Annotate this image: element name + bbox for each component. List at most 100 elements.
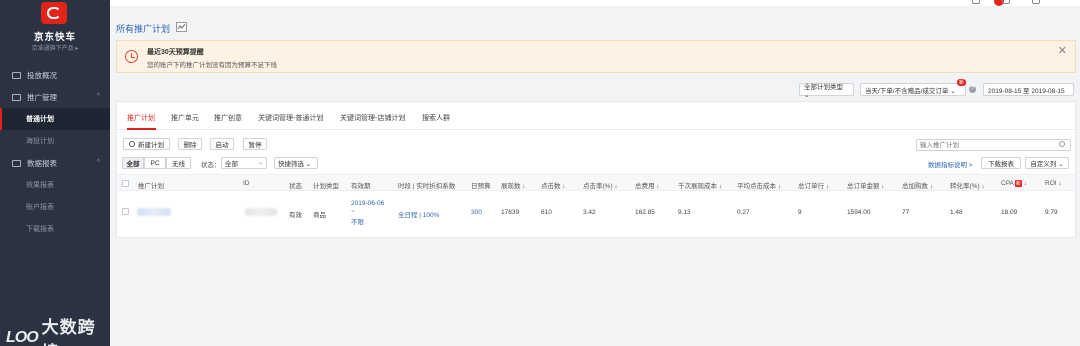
cell-roi: 9.79 xyxy=(1045,209,1058,216)
top-bar xyxy=(110,0,1080,6)
plan-type-select[interactable]: 全部计划类型 ⌄ xyxy=(799,83,854,99)
col-cpa-label: CPA xyxy=(1001,180,1014,187)
tab-keywords-normal[interactable]: 关键词管理-普通计划 xyxy=(258,113,323,123)
cell-orders: 9 xyxy=(798,209,802,216)
segment-all[interactable]: 全部 xyxy=(122,157,144,169)
main-panel: 推广计划 推广单元 推广创意 关键词管理-普通计划 关键词管理-店铺计划 搜索人… xyxy=(116,101,1076,238)
col-order-amount[interactable]: 总订单金额 ↓ xyxy=(847,180,885,190)
redacted-plan-name[interactable] xyxy=(137,208,171,216)
cell-cart: 77 xyxy=(902,209,910,216)
sidebar-item-reports[interactable]: 数据报表 ^ xyxy=(0,152,110,174)
col-cpc[interactable]: 平均点击成本 ↓ xyxy=(737,180,781,190)
tab-units[interactable]: 推广单元 xyxy=(171,113,199,123)
trend-chart-icon[interactable] xyxy=(176,22,187,32)
status-select-value: 全部 xyxy=(225,161,238,168)
row-checkbox[interactable] xyxy=(122,208,129,215)
sidebar-item-label: 投放概况 xyxy=(27,70,57,80)
col-roi[interactable]: ROI ↓ xyxy=(1045,180,1062,187)
status-filter-label: 状态： xyxy=(201,162,221,169)
col-orders[interactable]: 总订单行 ↓ xyxy=(798,180,829,190)
segment-pc[interactable]: PC xyxy=(144,157,166,169)
message-icon[interactable] xyxy=(1002,0,1010,4)
col-cpm[interactable]: 千次展现成本 ↓ xyxy=(678,180,722,190)
cell-valid-start[interactable]: 2019-06-06 xyxy=(351,200,384,207)
col-plan-type: 计划类型 xyxy=(313,183,339,190)
briefcase-icon xyxy=(12,93,21,101)
tab-keywords-store[interactable]: 关键词管理-店铺计划 xyxy=(340,113,405,123)
col-cost[interactable]: 总费用 ↓ xyxy=(635,180,660,190)
watermark: LOO 大数跨境 xyxy=(6,313,110,346)
close-icon[interactable]: ✕ xyxy=(1058,44,1067,57)
alert-text: 您的账户下的推广计划没有因为预算不足下线 xyxy=(147,62,277,69)
notification-icon[interactable] xyxy=(972,0,980,4)
pause-button[interactable]: 暂停 xyxy=(243,138,267,150)
sidebar-item-overview[interactable]: 投放概况 xyxy=(0,64,110,86)
watermark-text: 大数跨境 xyxy=(41,318,96,346)
cell-cvr: 1.48 xyxy=(950,209,963,216)
col-cpa[interactable]: CPA 新 ↓ xyxy=(1001,180,1027,187)
brand-subtitle[interactable]: 京准通旗下产品 ▸ xyxy=(0,43,110,52)
tab-audience[interactable]: 搜索人群 xyxy=(422,113,450,123)
col-cvr[interactable]: 转化率(%) ↓ xyxy=(950,180,985,190)
sidebar-sub-mass-plan[interactable]: 海投计划 xyxy=(0,130,110,152)
col-ctr[interactable]: 点击率(%) ↓ xyxy=(583,180,618,190)
attribution-select[interactable]: 当天/下单/不含赠品/成交订单 ⌄ xyxy=(860,83,966,96)
select-all-checkbox[interactable] xyxy=(122,180,129,187)
sidebar: 京东快车 京准通旗下产品 ▸ 投放概况 推广管理 ^ 普通计划 海投计划 数据报… xyxy=(0,0,110,346)
tab-bar: 推广计划 推广单元 推广创意 关键词管理-普通计划 关键词管理-店铺计划 搜索人… xyxy=(117,102,1075,130)
cell-order-amount: 1594.00 xyxy=(847,209,871,216)
chevron-down-icon: ⌄ xyxy=(257,160,263,166)
monitor-icon xyxy=(12,71,21,79)
col-cart[interactable]: 总加购数 ↓ xyxy=(902,180,933,190)
quick-filter-button[interactable]: 快捷筛选 ⌄ xyxy=(274,157,318,169)
new-badge: 新 xyxy=(957,79,967,86)
watermark-logo: LOO xyxy=(6,329,39,346)
col-id: ID xyxy=(243,180,250,187)
document-icon[interactable] xyxy=(1032,0,1040,4)
sidebar-sub-account-report[interactable]: 账户报表 xyxy=(0,196,110,218)
cell-budget[interactable]: 300 xyxy=(471,209,482,216)
cell-time[interactable]: 全日程 | 100% xyxy=(398,209,439,219)
search-icon[interactable] xyxy=(1059,141,1065,147)
search-input[interactable] xyxy=(916,139,1071,151)
sidebar-nav: 投放概况 推广管理 ^ 普通计划 海投计划 数据报表 ^ 效果报表 账户报表 下… xyxy=(0,64,110,240)
brand-logo-icon[interactable] xyxy=(41,2,67,24)
active-tab-indicator xyxy=(127,128,156,130)
download-report-button[interactable]: 下载报表 xyxy=(981,157,1021,169)
cell-cpc: 0.27 xyxy=(737,209,750,216)
new-plan-label: 新建计划 xyxy=(138,142,164,149)
metrics-description-link[interactable]: 数据指标说明 > xyxy=(928,159,973,169)
sidebar-item-label: 数据报表 xyxy=(27,158,57,168)
status-select[interactable]: 全部 ⌄ xyxy=(221,157,267,169)
sidebar-sub-download-report[interactable]: 下载报表 xyxy=(0,218,110,240)
col-impressions[interactable]: 展现数 ↓ xyxy=(501,180,526,190)
col-status: 状态 xyxy=(289,183,302,190)
redacted-plan-id xyxy=(245,208,277,216)
page-title[interactable]: 所有推广计划 xyxy=(116,22,170,35)
cell-valid-end[interactable]: 不限 xyxy=(351,216,364,226)
cell-valid-sep: ~ xyxy=(351,208,355,215)
help-icon[interactable]: ? xyxy=(969,86,976,93)
col-time: 时段 | 实时折扣系数 xyxy=(398,183,456,190)
segment-wireless[interactable]: 无线 xyxy=(166,157,191,169)
sort-down-icon: ↓ xyxy=(1023,180,1027,187)
new-plan-button[interactable]: 新建计划 xyxy=(123,138,170,150)
cell-cost: 162.85 xyxy=(635,209,655,216)
col-clicks[interactable]: 点击数 ↓ xyxy=(541,180,566,190)
date-range-picker[interactable]: 2019-08-15 至 2019-08-15 xyxy=(983,83,1074,96)
col-budget[interactable]: 日预算 xyxy=(471,180,491,190)
budget-alert: 最近30天预算提醒 您的账户下的推广计划没有因为预算不足下线 ✕ xyxy=(116,40,1076,73)
cell-plan-type: 商品 xyxy=(313,212,326,219)
cell-ctr: 3.42 xyxy=(583,209,596,216)
tab-creatives[interactable]: 推广创意 xyxy=(214,113,242,123)
sidebar-sub-effect-report[interactable]: 效果报表 xyxy=(0,174,110,196)
start-button[interactable]: 启动 xyxy=(210,138,234,150)
custom-columns-button[interactable]: 自定义列 ⌄ xyxy=(1025,157,1069,169)
sidebar-item-promotion[interactable]: 推广管理 ^ xyxy=(0,86,110,108)
cell-impressions: 17839 xyxy=(501,209,520,216)
chevron-up-icon: ^ xyxy=(96,93,100,100)
cell-cpa: 18.09 xyxy=(1001,209,1018,216)
tab-plans[interactable]: 推广计划 xyxy=(127,113,155,123)
sidebar-sub-normal-plan[interactable]: 普通计划 xyxy=(0,108,110,130)
delete-button[interactable]: 删除 xyxy=(178,138,202,150)
